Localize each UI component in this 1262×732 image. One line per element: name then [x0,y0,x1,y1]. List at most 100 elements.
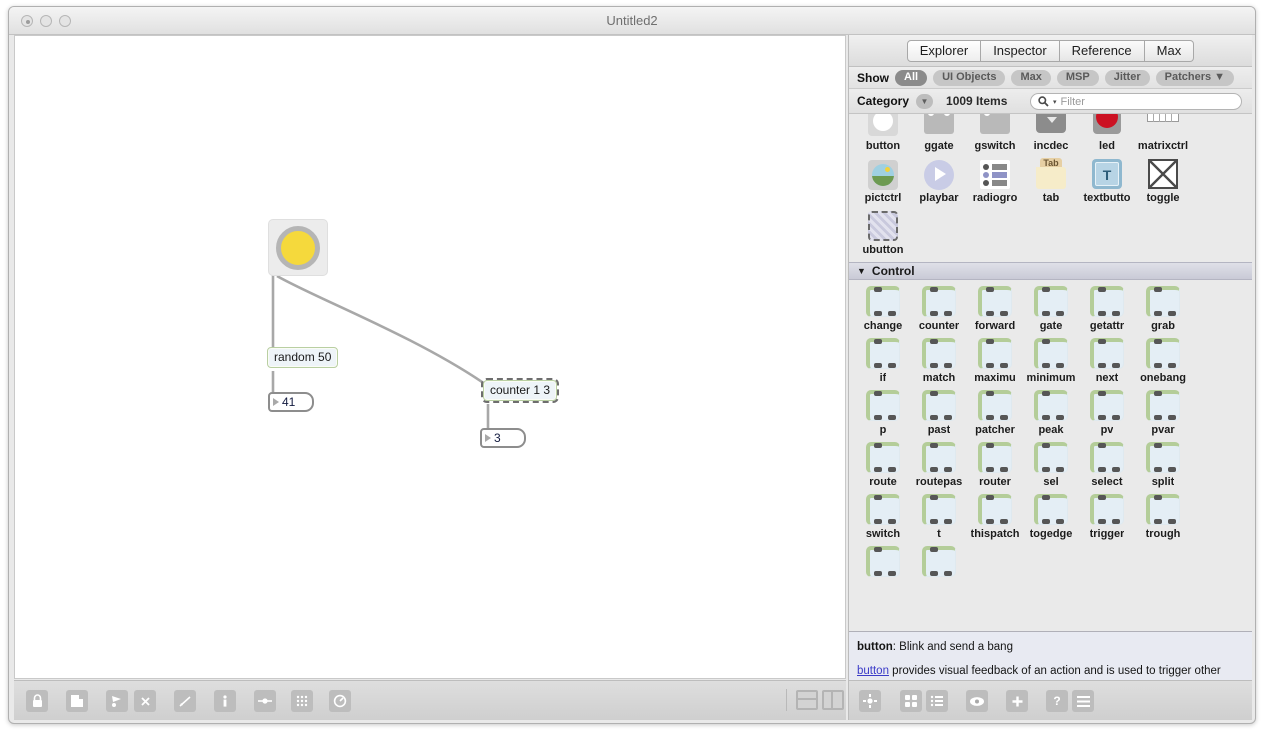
palette-item-maximu[interactable]: maximu [967,332,1023,384]
palette-label: toggle [1147,192,1180,204]
palette-item-textbutton[interactable]: T textbutto [1079,152,1135,204]
patcher-canvas[interactable]: random 50 41 counter 1 3 3 [14,35,846,679]
object-counter-box[interactable]: counter 1 3 [483,380,557,401]
palette-item-sel[interactable]: sel [1023,436,1079,488]
split-vertical-icon[interactable] [822,690,844,710]
object-browser[interactable]: button ggate gswitch [849,114,1252,631]
palette-item-blank[interactable] [855,540,911,580]
object-random[interactable]: random 50 [267,347,338,368]
pill-patchers[interactable]: Patchers ▼ [1156,70,1234,86]
chevron-down-icon[interactable]: ▼ [857,266,866,276]
palette-label: change [864,320,903,332]
delete-x-icon[interactable] [134,690,156,712]
info-object-name: button [857,641,893,653]
palette-item-match[interactable]: match [911,332,967,384]
grid-icon[interactable] [291,690,313,712]
tab-reference[interactable]: Reference [1060,40,1145,62]
palette-item-select[interactable]: select [1079,436,1135,488]
palette-item-ggate[interactable]: ggate [911,114,967,152]
palette-item-playbar[interactable]: playbar [911,152,967,204]
palette-item-t[interactable]: t [911,488,967,540]
palette-item-blank[interactable] [911,540,967,580]
number-box-right[interactable]: 3 [480,428,526,448]
search-dropdown-icon[interactable]: ▾ [1053,98,1057,106]
palette-item-gate[interactable]: gate [1023,280,1079,332]
search-icon [1038,96,1049,107]
info-link[interactable]: button [857,665,889,677]
inspector-icon[interactable] [174,690,196,712]
palette-item-counter[interactable]: counter [911,280,967,332]
filter-input[interactable]: ▾ Filter [1030,93,1242,110]
palette-item-minimum[interactable]: minimum [1023,332,1079,384]
menu-hamburger-icon[interactable] [1072,690,1094,712]
object-counter[interactable]: counter 1 3 [483,380,557,401]
palette-item-peak[interactable]: peak [1023,384,1079,436]
palette-item-forward[interactable]: forward [967,280,1023,332]
presentation-icon[interactable] [106,690,128,712]
palette-item-switch[interactable]: switch [855,488,911,540]
palette-item-if[interactable]: if [855,332,911,384]
palette-item-split[interactable]: split [1135,436,1191,488]
palette-item-tab[interactable]: Tab tab [1023,152,1079,204]
palette-item-togedge[interactable]: togedge [1023,488,1079,540]
tab-max[interactable]: Max [1145,40,1195,62]
bang-button[interactable] [268,219,328,276]
number-box-left[interactable]: 41 [268,392,314,412]
palette-item-router[interactable]: router [967,436,1023,488]
palette-item-getattr[interactable]: getattr [1079,280,1135,332]
max-object-icon [866,442,900,474]
pill-jitter[interactable]: Jitter [1105,70,1150,86]
object-add-icon[interactable] [66,690,88,712]
palette-item-pv[interactable]: pv [1079,384,1135,436]
palette-item-ubutton[interactable]: ubutton [855,204,911,256]
palette-item-onebang[interactable]: onebang [1135,332,1191,384]
palette-item-led[interactable]: led [1079,114,1135,152]
palette-item-gswitch[interactable]: gswitch [967,114,1023,152]
palette-item-change[interactable]: change [855,280,911,332]
pill-all[interactable]: All [895,70,927,86]
palette-item-next[interactable]: next [1079,332,1135,384]
tab-inspector[interactable]: Inspector [981,40,1059,62]
palette-item-past[interactable]: past [911,384,967,436]
palette-item-pvar[interactable]: pvar [1135,384,1191,436]
tab-explorer[interactable]: Explorer [907,40,981,62]
gear-icon[interactable] [859,690,881,712]
bang-object[interactable] [268,219,328,276]
palette-item-toggle[interactable]: toggle [1135,152,1191,204]
split-horizontal-icon[interactable] [796,690,818,710]
palette-item-trigger[interactable]: trigger [1079,488,1135,540]
max-object-icon [1146,338,1180,370]
add-plus-icon[interactable] [1006,690,1028,712]
number-box-left-field[interactable]: 41 [268,392,314,412]
number-box-right-field[interactable]: 3 [480,428,526,448]
object-random-box[interactable]: random 50 [267,347,338,368]
palette-item-pictctrl[interactable]: pictctrl [855,152,911,204]
lock-icon[interactable] [26,690,48,712]
grid-view-icon[interactable] [900,690,922,712]
send-icon[interactable] [254,690,276,712]
palette-item-routepas[interactable]: routepas [911,436,967,488]
info-icon[interactable] [214,690,236,712]
palette-item-patcher[interactable]: patcher [967,384,1023,436]
help-question-icon[interactable]: ? [1046,690,1068,712]
palette-item-grab[interactable]: grab [1135,280,1191,332]
palette-item-trough[interactable]: trough [1135,488,1191,540]
palette-item-route[interactable]: route [855,436,911,488]
palette-item-matrixctrl[interactable]: matrixctrl [1135,114,1191,152]
sidebar-scrollbar[interactable] [1249,193,1252,631]
max-object-icon [1034,338,1068,370]
palette-item-p[interactable]: p [855,384,911,436]
palette-label: minimum [1027,372,1076,384]
chevron-down-icon[interactable]: ▼ [916,94,933,109]
eye-preview-icon[interactable] [966,690,988,712]
list-view-icon[interactable] [926,690,948,712]
section-header-control[interactable]: ▼ Control [849,262,1252,280]
pill-ui-objects[interactable]: UI Objects [933,70,1005,86]
pill-msp[interactable]: MSP [1057,70,1099,86]
palette-item-incdec[interactable]: incdec [1023,114,1079,152]
pill-max[interactable]: Max [1011,70,1050,86]
palette-item-button[interactable]: button [855,114,911,152]
palette-item-thispatch[interactable]: thispatch [967,488,1023,540]
palette-item-radiogroup[interactable]: radiogro [967,152,1023,204]
tools-icon[interactable] [329,690,351,712]
